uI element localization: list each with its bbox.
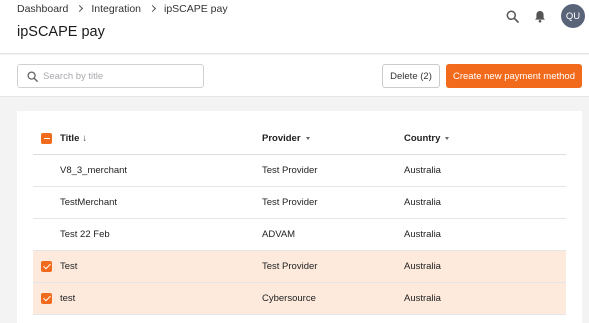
create-payment-method-button[interactable]: Create new payment method [446,64,582,88]
cell-title: test [60,293,76,304]
cell-title: Test [60,261,78,272]
cell-country: Australia [404,197,441,208]
breadcrumb-item-dashboard[interactable]: Dashboard [17,3,68,15]
table-row[interactable]: Test Test Provider Australia [33,251,566,283]
column-provider-label: Provider [262,133,301,144]
header-actions: QU [501,4,585,28]
row-checkbox[interactable] [41,293,52,304]
search-box [17,64,204,88]
toolbar: Delete (2) Create new payment method [0,55,589,97]
table-row[interactable]: Test 22 Feb ADVAM Australia [33,219,566,251]
caret-down-icon [305,137,310,140]
avatar[interactable]: QU [561,4,585,28]
cell-title: Test 22 Feb [60,229,110,240]
row-checkbox[interactable] [41,261,52,272]
chevron-right-icon [76,5,84,13]
payment-methods-card: Title ↓ Provider Country V8_3_merchant T… [17,111,582,323]
search-input[interactable] [43,70,193,82]
cell-provider: Cybersource [262,293,316,304]
cell-country: Australia [404,165,441,176]
chevron-right-icon [149,5,157,13]
table-row[interactable]: test Cybersource Australia [33,283,566,315]
cell-country: Australia [404,293,441,304]
payment-methods-table: Title ↓ Provider Country V8_3_merchant T… [33,123,566,315]
search-icon[interactable] [501,5,523,27]
cell-title: TestMerchant [60,197,118,208]
cell-provider: ADVAM [262,229,296,240]
column-header-title[interactable]: Title ↓ [60,133,262,144]
column-title-label: Title [60,133,80,144]
table-row[interactable]: TestMerchant Test Provider Australia [33,187,566,219]
cell-provider: Test Provider [262,261,318,272]
search-icon [21,65,43,87]
select-all-checkbox[interactable] [41,133,52,144]
cell-title: V8_3_merchant [60,165,128,176]
caret-down-icon [445,137,450,140]
breadcrumb-item-current: ipSCAPE pay [164,3,228,15]
page-header: Dashboard Integration ipSCAPE pay ipSCAP… [0,0,589,54]
delete-button[interactable]: Delete (2) [382,64,440,88]
cell-provider: Test Provider [262,165,318,176]
page-title: ipSCAPE pay [17,24,105,40]
sort-arrow-icon: ↓ [82,133,88,144]
table-row[interactable]: V8_3_merchant Test Provider Australia [33,155,566,187]
cell-country: Australia [404,261,441,272]
cell-country: Australia [404,229,441,240]
column-country-label: Country [404,133,441,144]
cell-provider: Test Provider [262,197,318,208]
breadcrumb-item-integration[interactable]: Integration [91,3,141,15]
table-header: Title ↓ Provider Country [33,123,566,155]
column-header-provider[interactable]: Provider [262,133,404,144]
breadcrumb: Dashboard Integration ipSCAPE pay [17,3,228,15]
column-header-country[interactable]: Country [404,133,566,144]
bell-icon[interactable] [529,5,551,27]
